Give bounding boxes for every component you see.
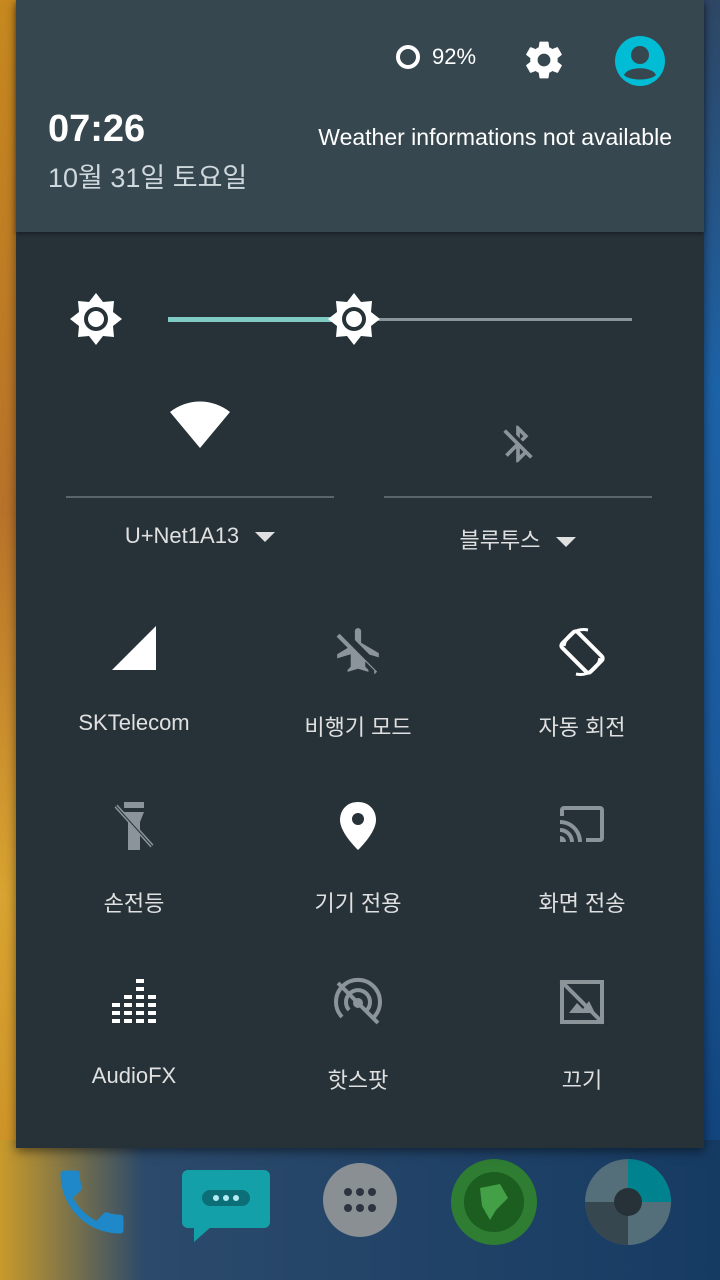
wifi-divider <box>66 496 334 498</box>
cellular-signal-icon <box>110 624 158 677</box>
phone-icon[interactable] <box>50 1160 134 1249</box>
battery-indicator[interactable]: 92% <box>396 44 476 70</box>
battery-percent: 92% <box>432 44 477 69</box>
equalizer-icon <box>110 977 158 1030</box>
wifi-tile[interactable]: U+Net1A13 <box>66 400 334 560</box>
tile-audiofx[interactable]: AudioFX <box>22 977 246 1127</box>
tile-auto-rotate[interactable]: 자동 회전 <box>470 624 694 774</box>
tile-location[interactable]: 기기 전용 <box>246 800 470 950</box>
tile-label: 기기 전용 <box>314 891 402 916</box>
quick-settings-panel: 92% 07:26 10월 31일 토요일 Weather informatio… <box>16 0 704 1148</box>
tile-label: 끄기 <box>561 1068 603 1093</box>
app-drawer-icon[interactable] <box>322 1162 398 1243</box>
brightness-slider-thumb[interactable] <box>326 291 382 347</box>
quick-settings-header: 92% 07:26 10월 31일 토요일 Weather informatio… <box>16 0 704 232</box>
bluetooth-label[interactable]: 블루투스 <box>384 523 652 555</box>
airplane-off-icon <box>333 624 383 679</box>
tile-cellular[interactable]: SKTelecom <box>22 624 246 774</box>
brightness-icon[interactable] <box>68 291 124 347</box>
tile-label: 비행기 모드 <box>304 715 412 740</box>
chevron-down-icon <box>255 532 276 543</box>
tile-cast[interactable]: 화면 전송 <box>470 800 694 950</box>
tile-hotspot[interactable]: 핫스팟 <box>246 977 470 1127</box>
gear-icon[interactable] <box>522 38 566 82</box>
tile-label: 손전등 <box>103 891 165 916</box>
tile-label: 자동 회전 <box>538 715 626 740</box>
flashlight-off-icon <box>110 800 158 857</box>
tile-flashlight[interactable]: 손전등 <box>22 800 246 950</box>
tile-airplane-mode[interactable]: 비행기 모드 <box>246 624 470 774</box>
tile-label: SKTelecom <box>78 710 190 735</box>
messaging-icon[interactable] <box>180 1168 272 1249</box>
location-icon <box>338 800 378 857</box>
tile-screen-off[interactable]: 끄기 <box>470 977 694 1127</box>
tile-label: AudioFX <box>91 1063 177 1088</box>
bluetooth-off-icon <box>496 420 540 473</box>
hotspot-off-icon <box>332 977 384 1034</box>
tile-label: 핫스팟 <box>327 1068 389 1093</box>
camera-icon[interactable] <box>584 1158 672 1251</box>
battery-icon <box>396 45 420 69</box>
tile-label: 화면 전송 <box>538 891 626 916</box>
bluetooth-divider <box>384 496 652 498</box>
weather-status[interactable]: Weather informations not available <box>318 124 672 151</box>
auto-rotate-icon <box>554 624 610 685</box>
clock[interactable]: 07:26 <box>48 108 145 151</box>
wifi-label[interactable]: U+Net1A13 <box>66 523 334 549</box>
screen-off-icon <box>557 977 607 1032</box>
brightness-slider[interactable] <box>168 293 632 345</box>
chevron-down-icon <box>556 537 577 548</box>
browser-icon[interactable] <box>450 1158 538 1251</box>
account-circle-icon[interactable] <box>614 35 666 87</box>
date[interactable]: 10월 31일 토요일 <box>48 156 247 195</box>
bluetooth-tile[interactable]: 블루투스 <box>384 400 652 560</box>
wifi-icon <box>168 400 232 455</box>
cast-icon <box>554 800 610 853</box>
